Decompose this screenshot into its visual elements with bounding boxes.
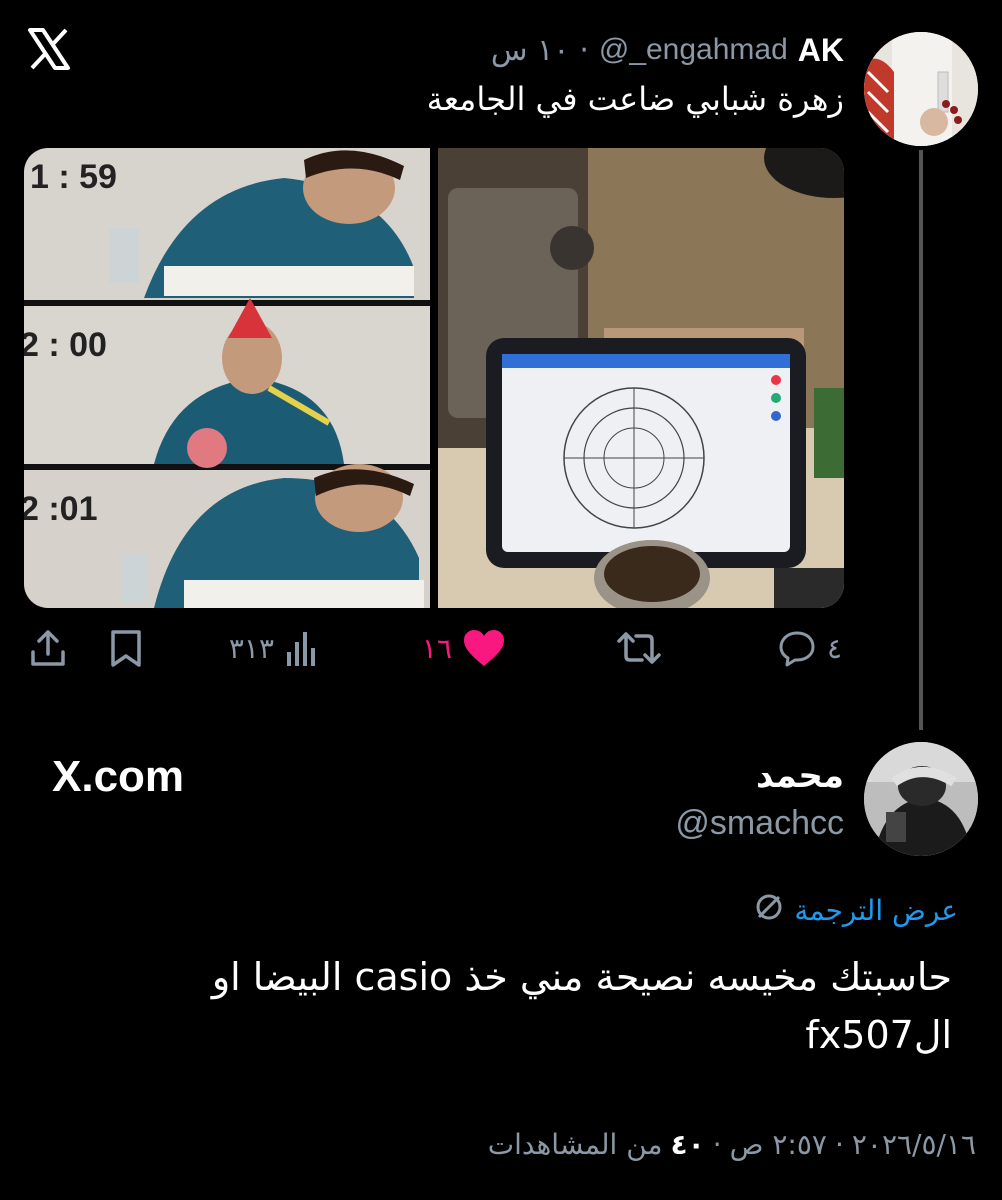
meta-dot: · xyxy=(834,1128,844,1161)
retweet-button[interactable] xyxy=(616,628,672,668)
action-bar: ٤ ١٦ ٣١٣ xyxy=(0,628,1002,682)
panel-time-3: 2 :01 xyxy=(24,490,98,528)
author-name[interactable]: AK xyxy=(798,32,844,69)
reply-text: حاسبتك مخيسه نصيحة مني خذ casio البيضا ا… xyxy=(52,948,952,1064)
bookmark-icon xyxy=(108,628,144,668)
xcom-watermark: X.com xyxy=(52,752,185,801)
translate-link[interactable]: عرض الترجمة xyxy=(754,892,958,929)
reply-time[interactable]: ٢:٥٧ ص xyxy=(730,1128,827,1161)
views-button[interactable]: ٣١٣ xyxy=(229,628,320,668)
tweet-header: AK @_engahmad · ١٠ س xyxy=(491,30,844,70)
avatar[interactable] xyxy=(864,32,978,146)
reply-icon xyxy=(777,628,817,668)
bookmark-button[interactable] xyxy=(108,628,144,668)
tweet-text: زهرة شبابي ضاعت في الجامعة xyxy=(426,80,844,118)
tweet-media[interactable]: 1 : 59 2 : 00 2 :01 xyxy=(24,148,844,608)
reply-views-label: من المشاهدات xyxy=(487,1128,663,1161)
meme-panels: 1 : 59 2 : 00 2 :01 xyxy=(24,148,430,608)
x-logo-icon[interactable] xyxy=(26,26,72,72)
reply-button[interactable]: ٤ xyxy=(777,628,842,668)
share-button[interactable] xyxy=(28,628,68,668)
reply-date[interactable]: ٢٠٢٦/٥/١٦ xyxy=(852,1128,976,1161)
reply-count: ٤ xyxy=(826,631,842,665)
tweet-time[interactable]: ١٠ س xyxy=(491,33,569,68)
like-icon xyxy=(462,628,506,668)
like-button[interactable]: ١٦ xyxy=(422,628,506,668)
separator: · xyxy=(579,32,589,68)
reply-text-line-2: الfx507 xyxy=(805,1013,952,1057)
retweet-icon xyxy=(616,628,662,668)
reply-author-name[interactable]: محمد xyxy=(756,756,844,796)
meta-dot: · xyxy=(712,1128,722,1161)
desk-photo xyxy=(438,148,844,608)
reply-text-line-1: حاسبتك مخيسه نصيحة مني خذ casio البيضا ا… xyxy=(211,955,952,999)
views-count: ٣١٣ xyxy=(228,631,274,665)
panel-time-2: 2 : 00 xyxy=(24,326,107,364)
reply-author-handle[interactable]: @smachcc xyxy=(675,804,844,843)
reply-views-count: ٤٠ xyxy=(670,1128,705,1161)
translate-label: عرض الترجمة xyxy=(794,894,958,927)
reply-meta: ٢٠٢٦/٥/١٦ · ٢:٥٧ ص · ٤٠ من المشاهدات xyxy=(488,1128,976,1161)
panel-time-1: 1 : 59 xyxy=(30,158,117,196)
author-handle[interactable]: @_engahmad xyxy=(599,33,788,67)
like-count: ١٦ xyxy=(421,631,452,665)
share-icon xyxy=(28,628,68,668)
views-icon xyxy=(284,628,320,668)
globe-icon xyxy=(754,892,784,929)
avatar[interactable] xyxy=(864,742,978,856)
